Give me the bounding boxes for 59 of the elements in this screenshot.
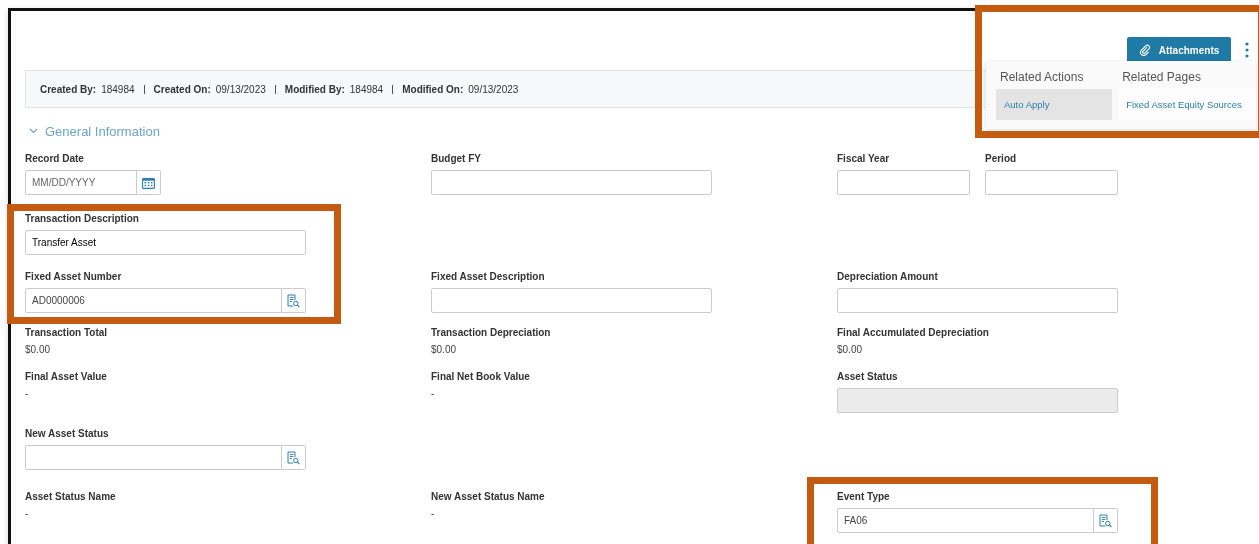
field-label: New Asset Status	[25, 428, 110, 441]
text-field[interactable]: Transfer Asset	[25, 230, 306, 255]
field-label: Asset Status Name	[25, 491, 116, 504]
field-label: Record Date	[25, 153, 85, 166]
info-value: 09/13/2023	[468, 83, 519, 95]
info-value: 184984	[101, 83, 135, 95]
field-label: Event Type	[837, 491, 891, 504]
field-label: Final Net Book Value	[431, 371, 530, 384]
field-label: Fiscal Year	[837, 153, 891, 166]
field-label: Transaction Depreciation	[431, 327, 551, 340]
field-label: New Asset Status Name	[431, 491, 545, 504]
field-label: Period	[985, 153, 1018, 166]
field-label: Transaction Total	[25, 327, 108, 340]
text-field[interactable]	[985, 170, 1118, 195]
chevron-icon	[29, 128, 38, 134]
menu-link[interactable]: Auto Apply	[996, 89, 1113, 120]
field-label: Fixed Asset Number	[25, 271, 123, 284]
menu-heading: Related Actions	[999, 69, 1085, 86]
info-value: 184984	[349, 83, 384, 95]
lookup-button[interactable]	[282, 288, 306, 313]
attachments-button[interactable]: Attachments	[1127, 37, 1231, 63]
text-field[interactable]	[837, 170, 970, 195]
lookup-icon	[287, 450, 300, 465]
text-field[interactable]	[431, 170, 712, 195]
lookup-button[interactable]	[1094, 508, 1118, 533]
info-label: Modified By:	[284, 83, 345, 95]
lookup-field[interactable]: FA06	[837, 508, 1094, 533]
info-label: Created On:	[153, 83, 211, 95]
field-value: $0.00	[431, 344, 458, 355]
field-label: Fixed Asset Description	[431, 271, 546, 284]
menu-heading: Related Pages	[1121, 69, 1202, 86]
text-field[interactable]	[431, 288, 712, 313]
lookup-icon	[1099, 513, 1112, 528]
field-label: Final Accumulated Depreciation	[837, 327, 989, 340]
field-value: -	[431, 508, 436, 519]
field-value: -	[25, 508, 30, 519]
date-field[interactable]: MM/DD/YYYY	[25, 170, 137, 195]
section-header[interactable]: General Information	[29, 122, 160, 140]
field-label: Transaction Description	[25, 213, 140, 226]
field-label: Final Asset Value	[25, 371, 107, 384]
calendar-icon	[142, 176, 155, 189]
field-value: -	[25, 388, 30, 399]
field-value: -	[431, 388, 436, 399]
info-label: Created By:	[40, 83, 97, 95]
lookup-button[interactable]	[282, 445, 306, 470]
field-label: Budget FY	[431, 153, 482, 166]
more-options-icon[interactable]	[1245, 42, 1249, 58]
text-field[interactable]	[837, 288, 1118, 313]
lookup-field[interactable]	[25, 445, 282, 470]
lookup-icon	[287, 293, 300, 308]
field-label: Depreciation Amount	[837, 271, 939, 284]
paperclip-icon	[1138, 44, 1151, 56]
calendar-button[interactable]	[137, 170, 161, 195]
field-value: $0.00	[837, 344, 864, 355]
field-label: Asset Status	[837, 371, 899, 384]
info-label: Modified On:	[402, 83, 464, 95]
info-value: 09/13/2023	[215, 83, 266, 95]
lookup-field[interactable]: AD0000006	[25, 288, 282, 313]
field-value: $0.00	[25, 344, 52, 355]
